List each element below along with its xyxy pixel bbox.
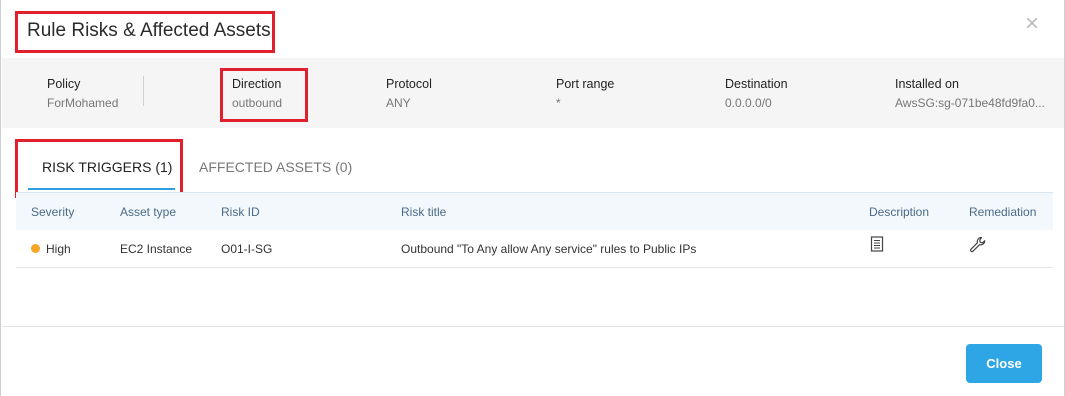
info-protocol: Protocol ANY [386, 77, 432, 110]
tab-bar: RISK TRIGGERS (1) AFFECTED ASSETS (0) [1, 128, 1064, 198]
close-button[interactable]: Close [966, 344, 1042, 383]
header-severity[interactable]: Severity [31, 205, 74, 219]
tab-highlight-box [15, 139, 183, 198]
risk-triggers-table: Severity Asset type Risk ID Risk title D… [16, 192, 1053, 268]
policy-value: ForMohamed [47, 96, 119, 110]
info-divider [143, 76, 144, 106]
rule-info-band: Policy ForMohamed Direction outbound Pro… [2, 58, 1064, 128]
protocol-label: Protocol [386, 77, 432, 91]
destination-label: Destination [725, 77, 788, 91]
info-destination: Destination 0.0.0.0/0 [725, 77, 788, 110]
modal-header: Rule Risks & Affected Assets × [1, 0, 1064, 58]
port-range-value: * [556, 96, 561, 110]
severity-value: High [46, 242, 71, 256]
close-icon[interactable]: × [1022, 12, 1042, 36]
header-asset-type[interactable]: Asset type [120, 205, 176, 219]
tab-affected-assets[interactable]: AFFECTED ASSETS (0) [199, 159, 352, 175]
port-range-label: Port range [556, 77, 615, 91]
severity-dot-icon [31, 244, 40, 253]
footer-divider [2, 326, 1064, 327]
table-header: Severity Asset type Risk ID Risk title D… [16, 192, 1053, 230]
document-icon[interactable] [870, 236, 884, 257]
header-remediation[interactable]: Remediation [969, 205, 1036, 219]
policy-label: Policy [47, 77, 81, 91]
info-installed-on: Installed on AwsSG:sg-071be48fd9fa0... [895, 77, 1045, 110]
risk-id-cell: O01-I-SG [221, 242, 273, 256]
header-risk-id[interactable]: Risk ID [221, 205, 260, 219]
modal-title: Rule Risks & Affected Assets [15, 11, 275, 53]
installed-on-label: Installed on [895, 77, 959, 91]
header-risk-title[interactable]: Risk title [401, 205, 446, 219]
direction-highlight-box [220, 68, 308, 122]
header-description[interactable]: Description [869, 205, 929, 219]
destination-value: 0.0.0.0/0 [725, 96, 772, 110]
table-row: High EC2 Instance O01-I-SG Outbound "To … [16, 230, 1053, 268]
protocol-value: ANY [386, 96, 411, 110]
installed-on-value: AwsSG:sg-071be48fd9fa0... [895, 96, 1045, 110]
asset-type-cell: EC2 Instance [120, 242, 193, 256]
info-policy: Policy ForMohamed [47, 77, 118, 110]
rule-risks-modal: Rule Risks & Affected Assets × Policy Fo… [0, 0, 1065, 396]
wrench-icon[interactable] [969, 236, 987, 259]
severity-cell: High [31, 242, 71, 256]
risk-title-cell: Outbound "To Any allow Any service" rule… [401, 242, 697, 256]
info-port-range: Port range * [556, 77, 614, 110]
